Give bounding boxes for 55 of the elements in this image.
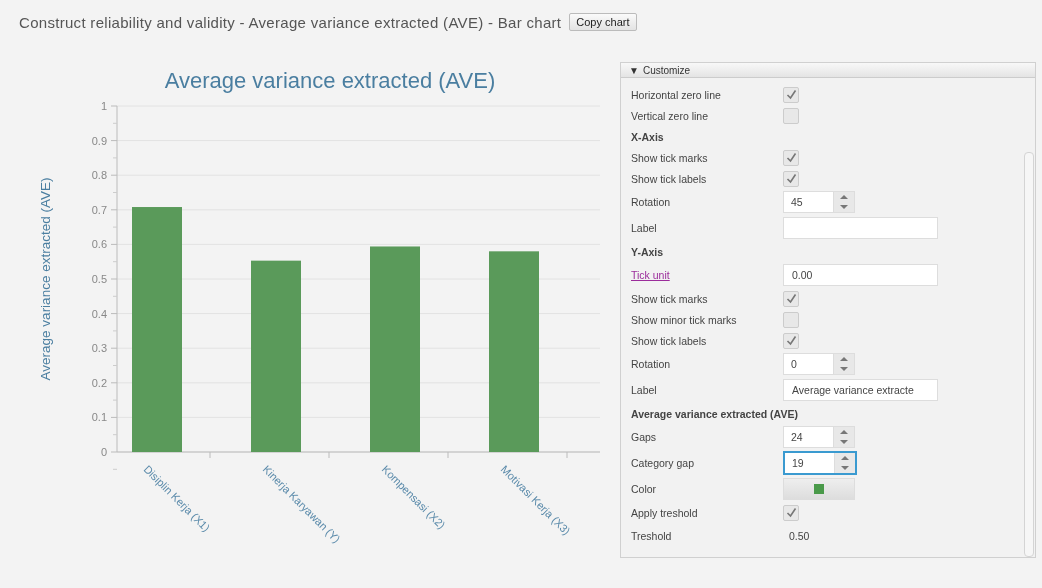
collapse-toggle[interactable]: ▼ (629, 64, 639, 76)
y-tick-label: 0.4 (91, 307, 107, 320)
option-label: Rotation (631, 358, 672, 370)
y-tick-label: 1 (100, 100, 107, 112)
option-label: Color (631, 483, 658, 495)
option-label: Show minor tick marks (631, 313, 738, 326)
option-label: Label (631, 222, 658, 234)
chart-title: Average variance extracted (AVE) (164, 68, 496, 93)
threshold-value: 0.50 (788, 530, 810, 542)
page-title: Construct reliability and validity - Average variance extracted (AVE) - Bar chart (19, 13, 562, 31)
option-label: Gaps (631, 431, 658, 443)
number-spinner[interactable]: 0 (783, 353, 855, 375)
tick-unit-link[interactable]: Tick unit (631, 269, 783, 281)
option-label: Apply treshold (631, 506, 699, 519)
option-label: Vertical zero line (631, 109, 710, 122)
checkbox[interactable] (783, 290, 799, 307)
text-field[interactable]: 0.00 (783, 264, 938, 286)
section-heading: X-Axis (631, 130, 664, 143)
number-spinner[interactable]: 45 (783, 191, 855, 213)
color-picker-button[interactable] (783, 478, 855, 500)
option-label: Show tick labels (631, 334, 708, 347)
checkbox[interactable] (783, 107, 799, 124)
y-tick-label: 0.7 (91, 203, 107, 216)
number-spinner[interactable]: 24 (783, 426, 855, 448)
option-label: Show tick labels (631, 172, 708, 185)
checkbox[interactable] (783, 311, 799, 328)
option-label: Show tick marks (631, 151, 709, 164)
option-label: Label (631, 384, 658, 396)
section-heading: Y-Axis (631, 245, 664, 258)
checkbox[interactable] (783, 149, 799, 166)
option-label: Rotation (631, 196, 672, 208)
number-spinner[interactable]: 19 (783, 451, 857, 475)
y-tick-label: 0.2 (91, 376, 107, 389)
y-tick-label: 0.1 (91, 411, 107, 424)
section-heading: Average variance extracted (AVE) (631, 407, 798, 420)
text-field[interactable]: Average variance extracte (783, 379, 938, 401)
y-tick-label: 0.5 (91, 273, 107, 285)
text-field[interactable] (783, 217, 938, 239)
y-tick-label: 0.9 (91, 134, 107, 147)
y-tick-label: 0.8 (91, 169, 107, 182)
panel-title: Customize (642, 64, 691, 76)
y-tick-label: 0.3 (91, 342, 107, 355)
checkbox[interactable] (783, 504, 799, 521)
checkbox[interactable] (783, 170, 799, 187)
option-label: Treshold (631, 530, 673, 542)
y-axis-title: Average variance extracted (AVE) (38, 177, 53, 381)
copy-chart-button[interactable]: Copy chart (569, 13, 637, 31)
option-label: Horizontal zero line (631, 88, 722, 101)
scrollbar-thumb[interactable] (1024, 152, 1034, 557)
y-tick-label: 0 (100, 446, 107, 458)
y-tick-label: 0.6 (91, 238, 107, 251)
checkbox[interactable] (783, 86, 799, 103)
option-label: Category gap (631, 457, 696, 469)
option-label: Show tick marks (631, 292, 709, 305)
checkbox[interactable] (783, 332, 799, 349)
